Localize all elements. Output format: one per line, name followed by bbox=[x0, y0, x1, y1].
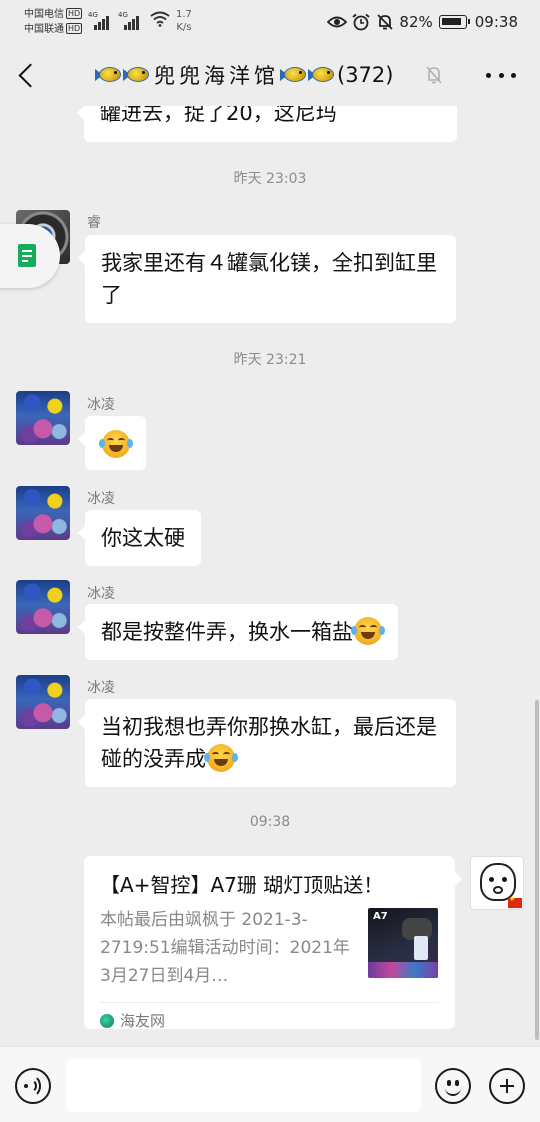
clock: 09:38 bbox=[474, 13, 518, 31]
chat-area[interactable]: 罐进去，捉了20，这尼玛 昨天 23:03 睿 我家里还有４罐氯化镁，全扣到缸里… bbox=[0, 106, 540, 1046]
signal-icon-1: 4G bbox=[88, 11, 109, 30]
group-name: 兜兜海洋馆 bbox=[154, 64, 279, 88]
flag-icon bbox=[508, 895, 522, 908]
sender-name: 冰凌 bbox=[87, 680, 115, 696]
message-input[interactable] bbox=[66, 1059, 421, 1112]
divider bbox=[100, 1002, 439, 1003]
message-text: 都是按整件弄，换水一箱盐 bbox=[101, 620, 353, 644]
network-type-1: 4G bbox=[88, 11, 98, 19]
fish-icon bbox=[280, 64, 310, 86]
sender-name: 冰凌 bbox=[87, 491, 115, 507]
more-options-button[interactable] bbox=[486, 68, 516, 82]
hd-badge-2: HD bbox=[66, 23, 83, 34]
speed-value: 1.7 bbox=[176, 9, 192, 20]
emoji-button[interactable] bbox=[435, 1068, 471, 1104]
more-actions-button[interactable] bbox=[489, 1068, 525, 1104]
network-speed: 1.7 K/s bbox=[176, 8, 192, 34]
back-button[interactable] bbox=[12, 58, 46, 92]
voice-input-button[interactable] bbox=[15, 1068, 51, 1104]
message-bubble[interactable]: 我家里还有４罐氯化镁，全扣到缸里了 bbox=[78, 235, 456, 323]
chat-title: 兜兜海洋馆 (372) bbox=[95, 60, 394, 90]
speed-unit: K/s bbox=[176, 22, 192, 33]
message-bubble-partial[interactable]: 罐进去，捉了20，这尼玛 bbox=[77, 106, 457, 142]
source-app-icon bbox=[100, 1013, 114, 1028]
thumbnail-text: A7 bbox=[373, 911, 388, 922]
document-icon bbox=[18, 244, 36, 267]
bubble-tail bbox=[455, 872, 462, 886]
link-card-thumbnail: A7 bbox=[368, 908, 438, 978]
wifi-icon bbox=[150, 11, 170, 31]
status-bar: 中国电信 HD 中国联通 HD 4G 4G 1.7 K/s 82% 09:38 bbox=[0, 0, 540, 44]
timestamp: 昨天 23:03 bbox=[233, 171, 307, 187]
timestamp: 09:38 bbox=[249, 814, 291, 830]
signal-icon-2: 4G bbox=[118, 11, 139, 30]
my-avatar[interactable] bbox=[470, 856, 524, 910]
member-count: (372) bbox=[337, 63, 394, 87]
eye-icon bbox=[327, 13, 348, 31]
link-card[interactable]: 【A+智控】A7珊 瑚灯顶贴送！ 本帖最后由飒枫于 2021-3-2719:51… bbox=[84, 856, 455, 1031]
message-text: 当初我想也弄你那换水缸，最后还是碰的没弄成 bbox=[101, 715, 437, 771]
laugh-cry-emoji-icon bbox=[351, 617, 385, 645]
fish-icon bbox=[123, 64, 153, 86]
laugh-cry-emoji-icon bbox=[204, 744, 238, 772]
battery-icon bbox=[438, 15, 470, 29]
sender-name: 睿 bbox=[87, 215, 101, 231]
message-bubble[interactable] bbox=[78, 416, 146, 470]
alarm-icon bbox=[351, 13, 371, 31]
chat-header: 兜兜海洋馆 (372) bbox=[0, 44, 540, 106]
muted-bell-icon bbox=[424, 64, 444, 86]
carrier-2: 中国联通 bbox=[24, 24, 64, 35]
message-bubble[interactable]: 你这太硬 bbox=[78, 510, 201, 566]
message-text: 罐进去，捉了20，这尼玛 bbox=[100, 106, 337, 125]
sender-name: 冰凌 bbox=[87, 397, 115, 413]
timestamp: 昨天 23:21 bbox=[233, 352, 307, 368]
carrier-info: 中国电信 HD 中国联通 HD bbox=[24, 7, 83, 37]
avatar[interactable] bbox=[16, 580, 70, 634]
mute-bell-icon bbox=[375, 13, 395, 31]
input-bar bbox=[0, 1046, 540, 1122]
laugh-cry-emoji-icon bbox=[99, 430, 133, 458]
carrier-1: 中国电信 bbox=[24, 9, 64, 20]
message-text: 你这太硬 bbox=[101, 526, 185, 550]
message-bubble[interactable]: 当初我想也弄你那换水缸，最后还是碰的没弄成 bbox=[78, 699, 456, 787]
fish-icon bbox=[308, 64, 338, 86]
link-card-description: 本帖最后由飒枫于 2021-3-2719:51编辑活动时间：2021年3月27日… bbox=[100, 910, 350, 986]
scrollbar[interactable] bbox=[535, 700, 539, 1040]
avatar[interactable] bbox=[16, 391, 70, 445]
fish-icon bbox=[95, 64, 125, 86]
network-type-2: 4G bbox=[118, 11, 128, 19]
message-text: 我家里还有４罐氯化镁，全扣到缸里了 bbox=[101, 251, 437, 307]
sender-name: 冰凌 bbox=[87, 586, 115, 602]
battery-percent: 82% bbox=[399, 13, 433, 31]
avatar[interactable] bbox=[16, 675, 70, 729]
avatar[interactable] bbox=[16, 486, 70, 540]
hd-badge-1: HD bbox=[66, 8, 83, 19]
message-bubble[interactable]: 都是按整件弄，换水一箱盐 bbox=[78, 604, 398, 660]
source-name: 海友网 bbox=[120, 1012, 166, 1030]
link-card-title: 【A+智控】A7珊 瑚灯顶贴送！ bbox=[100, 873, 384, 897]
link-card-source: 海友网 bbox=[100, 1010, 165, 1031]
status-right: 82% 09:38 bbox=[327, 11, 518, 33]
